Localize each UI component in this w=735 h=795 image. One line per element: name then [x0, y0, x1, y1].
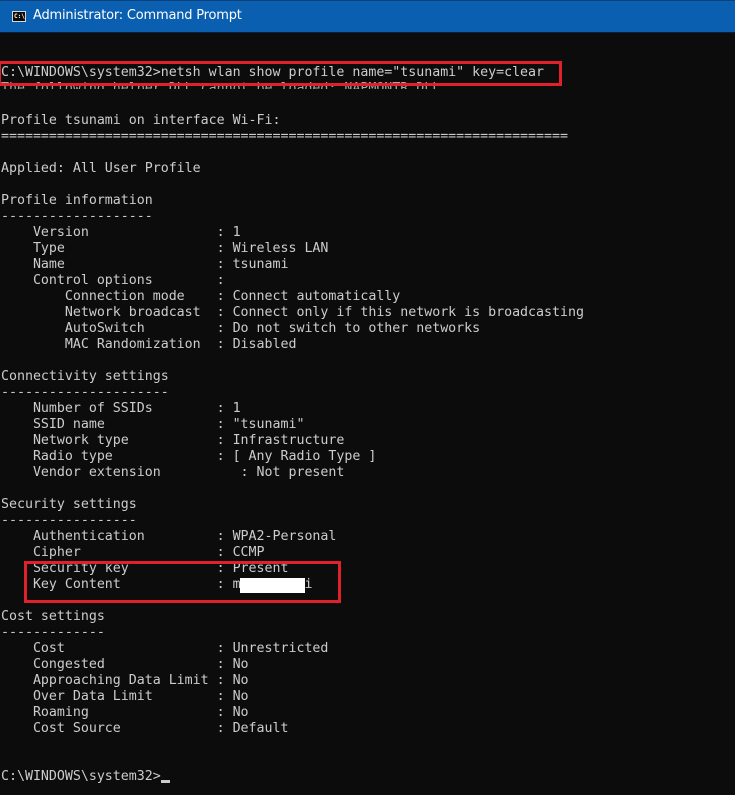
field-autoswitch: AutoSwitch : Do not switch to other netw… — [1, 321, 481, 336]
text-cursor — [161, 780, 170, 783]
field-approaching-data-limit: Approaching Data Limit : No — [1, 673, 249, 688]
profile-header: Profile tsunami on interface Wi-Fi: — [1, 113, 281, 128]
key-highlight-box — [24, 561, 341, 603]
field-version: Version : 1 — [1, 225, 241, 240]
field-vendor-extension: Vendor extension : Not present — [1, 465, 345, 480]
divider: ========================================… — [1, 129, 568, 144]
field-cipher: Cipher : CCMP — [1, 545, 265, 560]
section-heading-connectivity: Connectivity settings — [1, 369, 169, 384]
field-ssid-name: SSID name : "tsunami" — [1, 417, 305, 432]
field-network-broadcast: Network broadcast : Connect only if this… — [1, 305, 584, 320]
field-roaming: Roaming : No — [1, 705, 249, 720]
divider: --------------------- — [1, 385, 169, 400]
cmd-icon: C:\_ — [12, 11, 26, 22]
field-cost: Cost : Unrestricted — [1, 641, 329, 656]
field-over-data-limit: Over Data Limit : No — [1, 689, 249, 704]
field-control-options: Control options : — [1, 273, 225, 288]
section-heading-profile: Profile information — [1, 193, 153, 208]
command-highlight-box — [0, 61, 562, 86]
divider: ----------------- — [1, 513, 137, 528]
title-bar[interactable]: C:\_ Administrator: Command Prompt — [0, 0, 735, 33]
field-radio-type: Radio type : [ Any Radio Type ] — [1, 449, 377, 464]
divider: ------------- — [1, 625, 105, 640]
field-connection-mode: Connection mode : Connect automatically — [1, 289, 401, 304]
section-heading-cost: Cost settings — [1, 609, 105, 624]
applied-line: Applied: All User Profile — [1, 161, 201, 176]
field-congested: Congested : No — [1, 657, 249, 672]
section-heading-security: Security settings — [1, 497, 137, 512]
window-title: Administrator: Command Prompt — [33, 8, 242, 23]
field-network-type: Network type : Infrastructure — [1, 433, 345, 448]
field-number-of-ssids: Number of SSIDs : 1 — [1, 401, 241, 416]
field-mac-randomization: MAC Randomization : Disabled — [1, 337, 297, 352]
field-name: Name : tsunami — [1, 257, 289, 272]
divider: ------------------- — [1, 209, 153, 224]
field-type: Type : Wireless LAN — [1, 241, 329, 256]
command-prompt[interactable]: C:\WINDOWS\system32> — [1, 769, 161, 785]
field-cost-source: Cost Source : Default — [1, 721, 289, 736]
field-authentication: Authentication : WPA2-Personal — [1, 529, 337, 544]
